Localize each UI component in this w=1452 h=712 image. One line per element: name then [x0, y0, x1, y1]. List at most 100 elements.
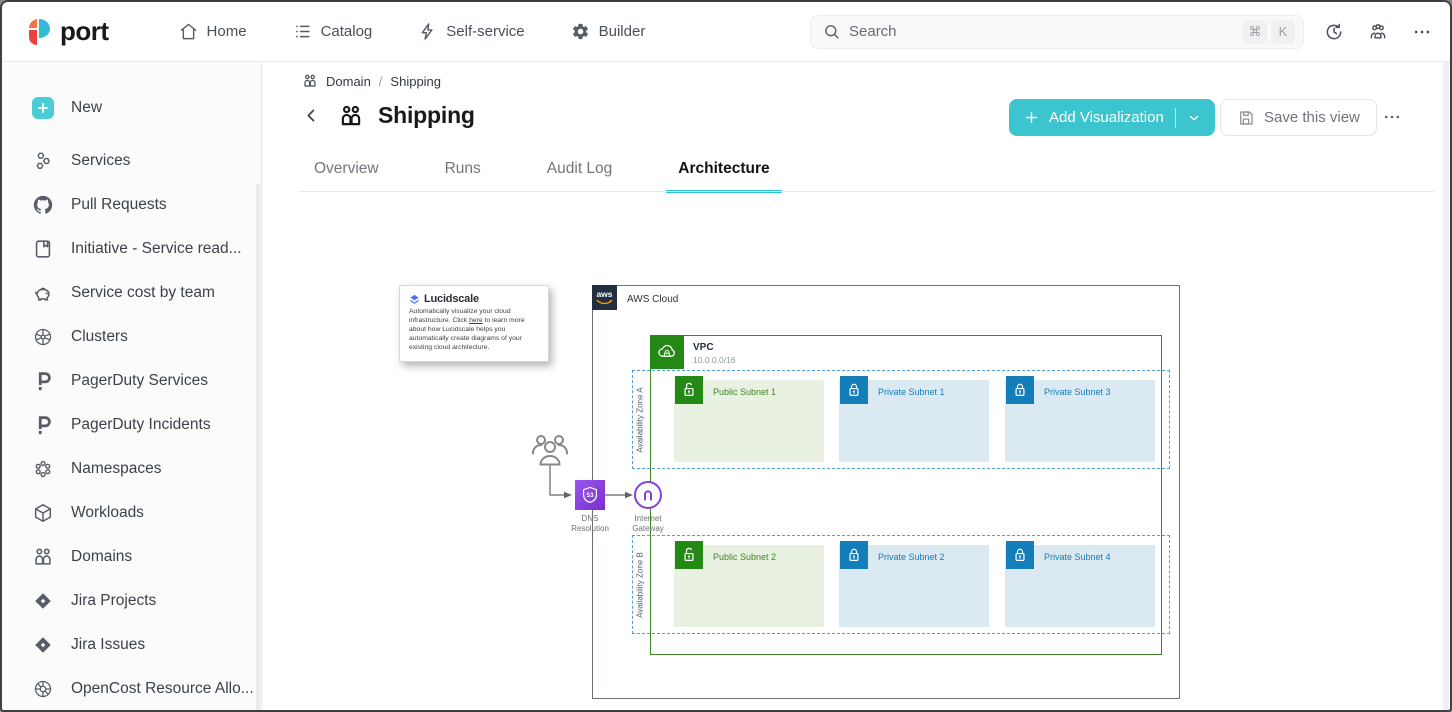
- aws-cloud-label: AWS Cloud: [627, 294, 678, 305]
- search-input[interactable]: Search ⌘ K: [810, 15, 1304, 49]
- bolt-icon: [418, 22, 437, 41]
- chevron-down-icon[interactable]: [1187, 111, 1201, 125]
- lucidscale-header: Lucidscale: [409, 293, 539, 305]
- lock-icon: [1006, 376, 1034, 404]
- group-icon: [32, 546, 54, 568]
- nav-home-label: Home: [207, 23, 247, 40]
- team-icon[interactable]: [1368, 22, 1388, 42]
- nav-self-service-label: Self-service: [446, 23, 524, 40]
- lucidscale-card: Lucidscale Automatically visualize your …: [399, 285, 549, 362]
- notebook-icon: [32, 238, 54, 260]
- sidebar-item-jira-issues[interactable]: Jira Issues: [2, 623, 261, 667]
- sidebar-item-jira-projects[interactable]: Jira Projects: [2, 579, 261, 623]
- search-placeholder: Search: [849, 23, 1239, 40]
- sidebar: New Services Pull Requests Initiative - …: [2, 62, 262, 712]
- sidebar-item-label: Pull Requests: [71, 196, 167, 214]
- more-icon[interactable]: [1412, 22, 1432, 42]
- svg-text:53: 53: [586, 492, 594, 499]
- sidebar-item-label: PagerDuty Services: [71, 372, 208, 390]
- lock-icon: [1006, 541, 1034, 569]
- nav-self-service[interactable]: Self-service: [418, 22, 524, 41]
- sidebar-item-clusters[interactable]: Clusters: [2, 315, 261, 359]
- subnet-label: Public Subnet 1: [713, 387, 776, 397]
- sidebar-item-label: Workloads: [71, 504, 144, 522]
- sidebar-item-pagerduty-services[interactable]: PagerDuty Services: [2, 359, 261, 403]
- subnet-private-2: Private Subnet 2: [839, 545, 989, 627]
- jira-icon: [32, 634, 54, 656]
- add-visualization-button[interactable]: Add Visualization: [1009, 99, 1215, 136]
- subnet-private-1: Private Subnet 1: [839, 380, 989, 462]
- lock-icon: [840, 376, 868, 404]
- svg-text:aws: aws: [596, 289, 612, 299]
- top-nav: port Home Catalog Self-service Builder S…: [2, 2, 1450, 62]
- sidebar-item-domains[interactable]: Domains: [2, 535, 261, 579]
- home-icon: [179, 22, 198, 41]
- subnet-private-4: Private Subnet 4: [1005, 545, 1155, 627]
- lucidscale-body: Automatically visualize your cloud infra…: [409, 308, 539, 353]
- lucidscale-brand: Lucidscale: [424, 293, 479, 305]
- plus-icon: [32, 97, 54, 119]
- sidebar-item-label: PagerDuty Incidents: [71, 416, 211, 434]
- back-button[interactable]: [302, 105, 324, 127]
- lucidscale-logo-icon: [409, 294, 420, 305]
- tab-audit-log[interactable]: Audit Log: [535, 152, 625, 193]
- cube-icon: [32, 502, 54, 524]
- breadcrumb: Domain / Shipping: [302, 73, 441, 89]
- button-divider: [1175, 108, 1176, 128]
- subnet-label: Public Subnet 2: [713, 552, 776, 562]
- sidebar-item-services[interactable]: Services: [2, 139, 261, 183]
- save-icon: [1237, 109, 1255, 127]
- history-icon[interactable]: [1324, 22, 1344, 42]
- lucid-here-link[interactable]: here: [469, 317, 483, 324]
- jira-icon: [32, 590, 54, 612]
- kbd-k: K: [1271, 20, 1295, 44]
- github-icon: [32, 194, 54, 216]
- nav-catalog[interactable]: Catalog: [293, 22, 373, 41]
- page-more-button[interactable]: [1378, 106, 1406, 128]
- internet-gateway-icon: [634, 481, 662, 509]
- nav-home[interactable]: Home: [179, 22, 247, 41]
- sidebar-item-label: Clusters: [71, 328, 128, 346]
- sidebar-item-opencost[interactable]: OpenCost Resource Allo...: [2, 667, 261, 711]
- page-scrollbar[interactable]: [1443, 62, 1449, 712]
- main-content: Domain / Shipping Shipping Add Visualiza…: [262, 62, 1450, 712]
- breadcrumb-root[interactable]: Domain: [326, 74, 371, 89]
- subnet-private-3: Private Subnet 3: [1005, 380, 1155, 462]
- nav-builder[interactable]: Builder: [571, 22, 646, 41]
- sidebar-item-service-cost[interactable]: Service cost by team: [2, 271, 261, 315]
- nav-builder-label: Builder: [599, 23, 646, 40]
- save-view-label: Save this view: [1264, 109, 1360, 126]
- sidebar-new-label: New: [71, 99, 102, 117]
- subnet-label: Private Subnet 3: [1044, 387, 1111, 397]
- sidebar-item-pagerduty-incidents[interactable]: PagerDuty Incidents: [2, 403, 261, 447]
- breadcrumb-current: Shipping: [390, 74, 441, 89]
- pagerduty-icon: [32, 370, 54, 392]
- tab-overview[interactable]: Overview: [302, 152, 391, 193]
- namespaces-icon: [32, 458, 54, 480]
- port-logo-icon: [26, 17, 53, 47]
- port-logo[interactable]: port: [26, 16, 109, 47]
- pagerduty-icon: [32, 414, 54, 436]
- sidebar-item-workloads[interactable]: Workloads: [2, 491, 261, 535]
- subnet-label: Private Subnet 1: [878, 387, 945, 397]
- group-icon: [302, 73, 318, 89]
- breadcrumb-separator: /: [379, 74, 383, 89]
- domain-icon: [338, 103, 364, 129]
- sidebar-item-label: OpenCost Resource Allo...: [71, 680, 254, 698]
- sidebar-item-initiative[interactable]: Initiative - Service read...: [2, 227, 261, 271]
- sidebar-item-namespaces[interactable]: Namespaces: [2, 447, 261, 491]
- kbd-cmd: ⌘: [1243, 20, 1267, 44]
- sidebar-item-label: Jira Projects: [71, 592, 156, 610]
- sidebar-item-new[interactable]: New: [2, 86, 261, 130]
- tab-bar: Overview Runs Audit Log Architecture: [302, 152, 782, 193]
- sidebar-scrollbar[interactable]: [256, 184, 260, 712]
- subnet-public-1: Public Subnet 1: [674, 380, 824, 462]
- tab-architecture[interactable]: Architecture: [666, 152, 781, 193]
- save-view-button[interactable]: Save this view: [1220, 99, 1377, 136]
- app-window: port Home Catalog Self-service Builder S…: [0, 0, 1452, 712]
- sidebar-item-pull-requests[interactable]: Pull Requests: [2, 183, 261, 227]
- sidebar-item-label: Initiative - Service read...: [71, 240, 242, 258]
- piggy-bank-icon: [32, 282, 54, 304]
- chevron-left-icon: [302, 106, 321, 125]
- tab-runs[interactable]: Runs: [433, 152, 493, 193]
